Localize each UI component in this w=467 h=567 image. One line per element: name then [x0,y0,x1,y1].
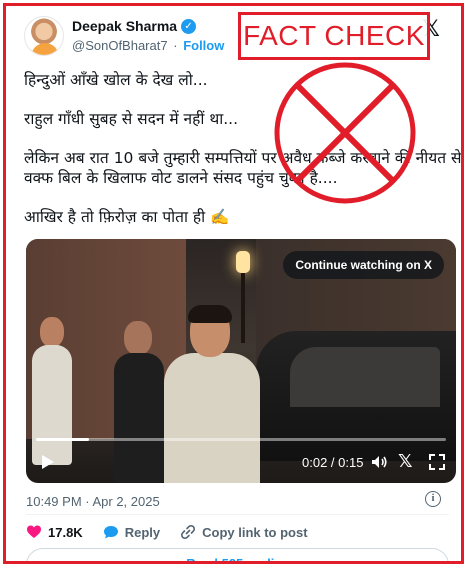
post-actions: 17.8K Reply Copy link to post [26,522,449,542]
reply-label: Reply [124,524,161,540]
info-icon[interactable]: i [425,491,441,507]
video-progress-fill [36,438,90,441]
tweet-paragraph-2: राहुल गाँधी सुबह से सदन में नहीं था... [24,110,239,128]
tweet-paragraph-3: लेकिन अब रात 10 बजे तुम्हारी सम्पत्तियों… [24,149,462,187]
like-count: 17.8K [48,524,83,540]
like-button[interactable]: 17.8K [26,524,83,540]
author-display-name[interactable]: Deepak Sharma [72,18,177,34]
heart-icon [27,525,41,538]
reply-bubble-icon [103,526,118,539]
author-name-row: Deepak Sharma ✓ [72,18,197,34]
copy-link-button[interactable]: Copy link to post [180,524,308,540]
follow-button[interactable]: Follow [183,38,224,53]
author-handle-row: @SonOfBharat7 · Follow [72,38,224,53]
avatar[interactable] [24,16,64,56]
copy-link-label: Copy link to post [202,524,308,540]
post-meta: 10:49 PM · Apr 2, 2025 i [26,491,449,509]
tweet-paragraph-4: आखिर है तो फ़िरोज़ का पोता ही ✍️ [24,208,230,226]
verified-badge-icon: ✓ [181,18,197,34]
divider [26,514,449,515]
video-progress-bar[interactable] [36,438,446,441]
volume-icon[interactable] [370,453,388,471]
video-time: 0:02 / 0:15 [302,455,364,470]
open-on-x-icon[interactable]: 𝕏 [398,451,413,472]
continue-watching-button[interactable]: Continue watching on X [283,251,444,279]
read-replies-button[interactable]: Read 525 replies [26,548,449,561]
avatar-shirt [31,43,59,55]
video-controls: 0:02 / 0:15 𝕏 [26,443,456,483]
fullscreen-icon[interactable] [428,453,446,471]
tweet-paragraph-1: हिन्दुओं आँखे खोल के देख लो... [24,71,208,89]
video-player[interactable]: Continue watching on X 0:02 / 0:15 𝕏 [26,239,456,483]
reply-button[interactable]: Reply [103,525,160,540]
screenshot-frame: Deepak Sharma ✓ @SonOfBharat7 · Follow 𝕏… [3,3,464,564]
video-scene-car-window [290,347,440,407]
fact-check-stamp: FACT CHECK [238,12,430,60]
video-scene-lamp [236,251,250,273]
separator-dot: · [173,38,178,53]
link-icon [181,524,196,540]
tweet-text: हिन्दुओं आँखे खोल के देख लो... राहुल गाँ… [24,70,462,246]
post-timestamp[interactable]: 10:49 PM · Apr 2, 2025 [26,494,160,509]
author-handle[interactable]: @SonOfBharat7 [72,38,168,53]
play-icon[interactable] [42,455,54,469]
